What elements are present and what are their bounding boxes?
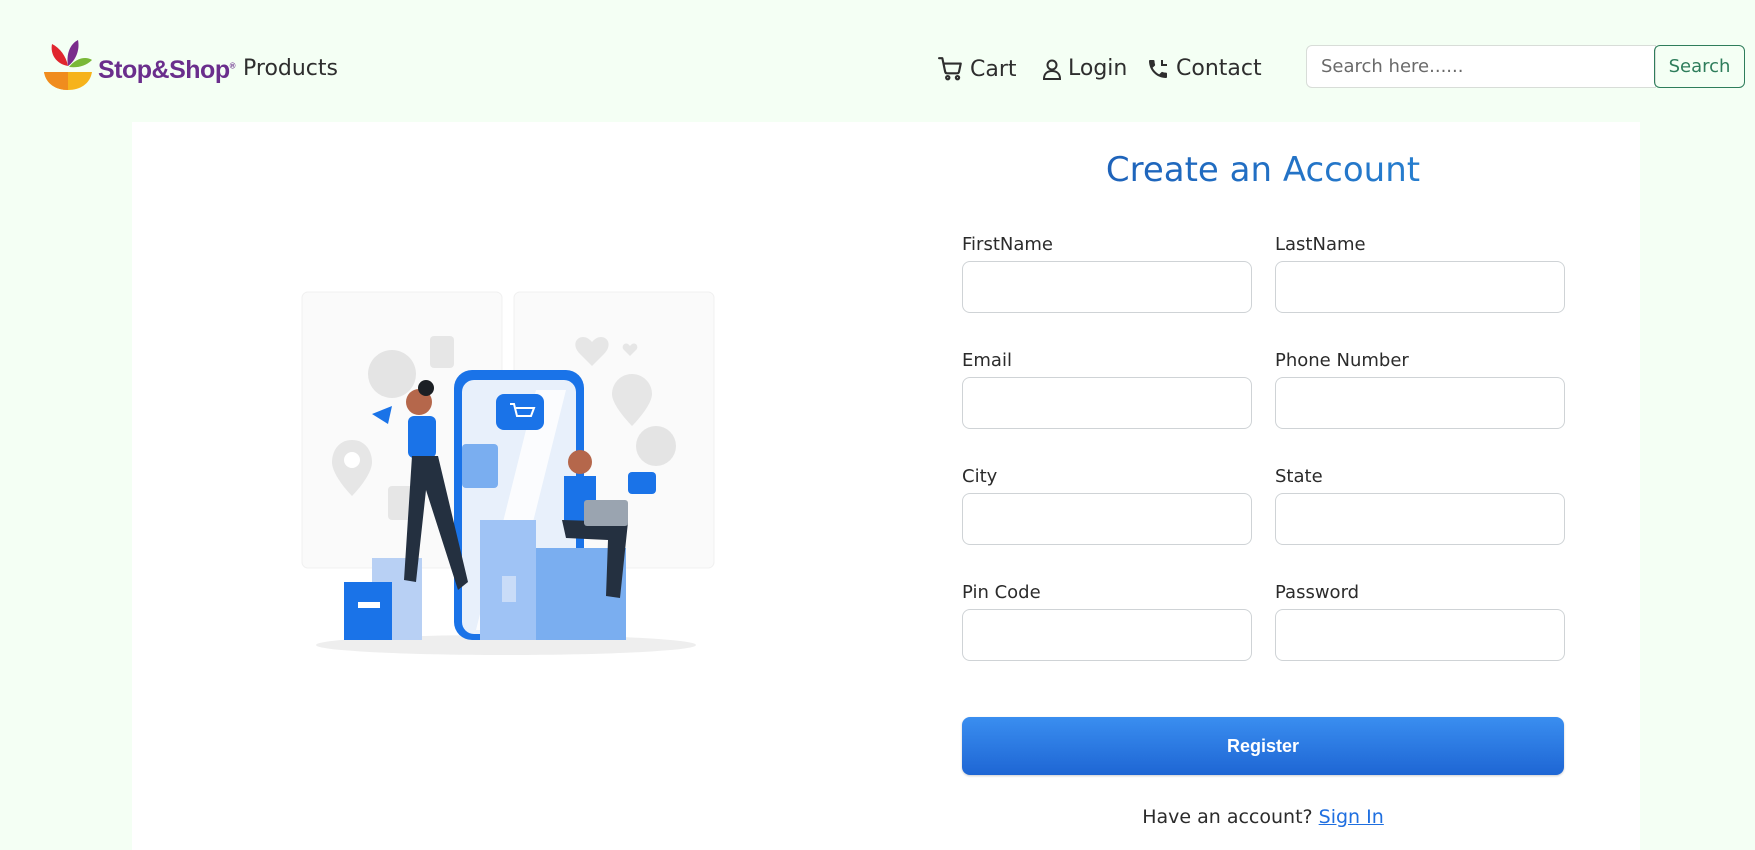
password-field[interactable] [1275,609,1565,661]
sign-in-link[interactable]: Sign In [1319,806,1384,828]
shopping-illustration [301,291,715,655]
search-button[interactable]: Search [1654,45,1745,88]
password-label: Password [1275,582,1360,603]
first-name-field[interactable] [962,261,1252,313]
phone-icon [1149,59,1167,78]
last-name-label: LastName [1275,234,1366,255]
state-label: State [1275,466,1323,487]
logo-mark-icon [44,40,92,90]
phone-field[interactable] [1275,377,1565,429]
nav-contact-link[interactable]: Contact [1146,56,1262,81]
state-field[interactable] [1275,493,1565,545]
contact-label: Contact [1176,56,1262,81]
register-button[interactable]: Register [962,717,1564,775]
login-label: Login [1068,56,1128,81]
nav-products-link[interactable]: Products [243,56,338,81]
phone-label: Phone Number [1275,350,1409,371]
email-label: Email [962,350,1012,371]
email-field[interactable] [962,377,1252,429]
pin-code-label: Pin Code [962,582,1041,603]
sign-in-prompt: Have an account? Sign In [962,806,1564,828]
last-name-field[interactable] [1275,261,1565,313]
cart-label: Cart [970,56,1017,82]
search-input[interactable] [1306,45,1656,88]
pin-code-field[interactable] [962,609,1252,661]
have-account-text: Have an account? [1142,806,1313,828]
page-title: Create an Account [962,150,1564,190]
city-field[interactable] [962,493,1252,545]
city-label: City [962,466,998,487]
nav-cart-link[interactable]: Cart [938,56,1017,82]
cart-icon [938,57,962,81]
first-name-label: FirstName [962,234,1053,255]
nav-login-link[interactable]: Login [1042,56,1127,81]
logo-text: Stop&Shop® [98,55,236,84]
stop-and-shop-logo[interactable]: Stop&Shop® [42,38,236,92]
user-icon [1042,59,1062,80]
navbar: Stop&Shop® Products Cart Login Contact S… [0,0,1755,122]
